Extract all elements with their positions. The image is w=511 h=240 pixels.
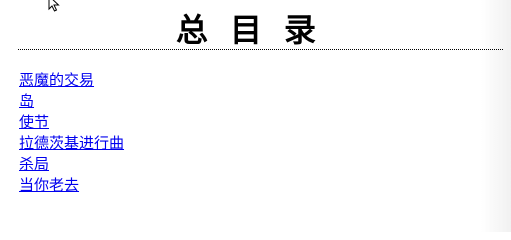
toc-link[interactable]: 恶魔的交易 xyxy=(19,71,94,89)
toc-item: 当你老去 xyxy=(19,174,124,195)
toc-item: 使节 xyxy=(19,111,124,132)
toc-link[interactable]: 当你老去 xyxy=(19,176,79,194)
toc-link[interactable]: 杀局 xyxy=(19,155,49,173)
toc-link[interactable]: 岛 xyxy=(19,92,34,110)
toc-item: 恶魔的交易 xyxy=(19,69,124,90)
title-divider xyxy=(18,49,503,50)
toc-link[interactable]: 拉德茨基进行曲 xyxy=(19,134,124,152)
table-of-contents: 恶魔的交易 岛 使节 拉德茨基进行曲 杀局 当你老去 xyxy=(19,69,124,195)
toc-item: 岛 xyxy=(19,90,124,111)
toc-item: 拉德茨基进行曲 xyxy=(19,132,124,153)
toc-link[interactable]: 使节 xyxy=(19,113,49,131)
page-title: 总目录 xyxy=(175,11,338,49)
toc-item: 杀局 xyxy=(19,153,124,174)
